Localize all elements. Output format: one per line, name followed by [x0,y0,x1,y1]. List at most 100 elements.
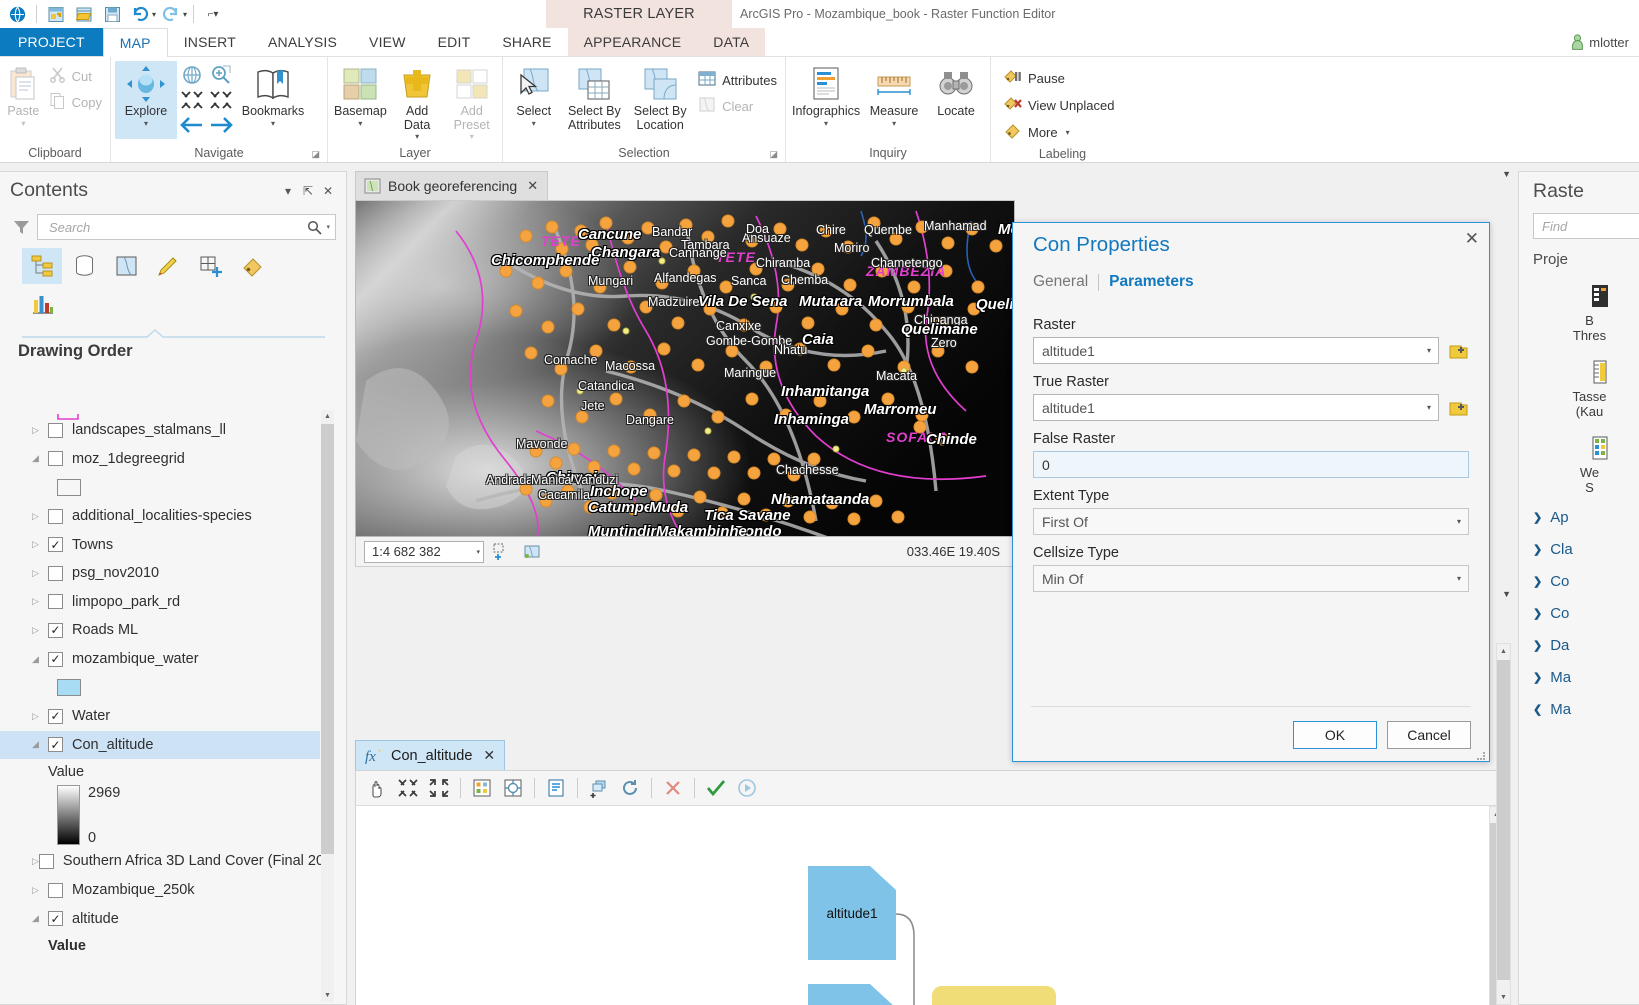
dialog-tab-parameters[interactable]: Parameters [1109,273,1193,291]
expander-collapsed-icon[interactable]: ▷ [32,425,48,436]
expander-collapsed-icon[interactable]: ▷ [32,625,48,636]
map-canvas[interactable]: TETE TETE ZAMBEZIA SOFALA NAMPULA Cancun… [355,200,1015,537]
category-da[interactable]: ❯Da [1519,630,1639,662]
undo-dropdown-icon[interactable]: ▾ [152,10,156,19]
tab-data[interactable]: DATA [697,28,765,56]
map-panel-overflow-icon[interactable]: ▼ [1502,169,1511,179]
measure-button[interactable]: Measure ▾ [864,61,924,139]
expander-collapsed-icon[interactable]: ▷ [32,539,48,550]
search-options-dropdown-icon[interactable]: ▾ [322,223,330,231]
layer-checkbox[interactable] [48,451,63,466]
select-by-location-button[interactable]: Select By Location [628,61,692,139]
group-icon[interactable] [584,773,614,803]
extent-type-combo[interactable]: First Of ▾ [1033,508,1469,535]
tab-map[interactable]: MAP [103,28,168,57]
scroll-down-arrow-icon[interactable]: ▼ [321,989,334,1002]
bookmarks-dropdown-icon[interactable]: ▾ [271,120,275,127]
category-ma-2[interactable]: ❮Ma [1519,694,1639,726]
delete-icon[interactable] [658,773,688,803]
list-by-data-source-icon[interactable] [64,248,104,284]
measure-dropdown-icon[interactable]: ▾ [892,120,896,127]
list-by-labeling-icon[interactable] [232,248,272,284]
chevron-down-icon[interactable]: ▾ [1427,346,1436,355]
expander-expanded-icon[interactable]: ◢ [32,913,48,924]
tab-share[interactable]: SHARE [486,28,567,56]
scroll-down-arrow-icon[interactable]: ▼ [1497,990,1510,1004]
raster-function-weighted-sum[interactable]: We S [1519,420,1639,496]
chevron-down-icon[interactable]: ❮ [1533,703,1542,716]
list-by-selection-icon[interactable] [106,248,146,284]
true-raster-combo[interactable]: altitude1 ▾ [1033,394,1439,421]
select-button[interactable]: Select ▾ [507,61,560,139]
redo-dropdown-icon[interactable]: ▾ [183,10,187,19]
expander-collapsed-icon[interactable]: ▷ [32,856,39,867]
clear-selection-button[interactable]: Clear [694,93,781,119]
category-co-2[interactable]: ❯Co [1519,598,1639,630]
insert-function-icon[interactable] [541,773,571,803]
new-project-icon[interactable] [43,2,69,26]
layer-checkbox[interactable]: ✓ [48,709,63,724]
infographics-button[interactable]: Infographics ▾ [790,61,862,139]
raster-function-tasseled-cap[interactable]: Tasse (Kau [1519,344,1639,420]
chevron-down-icon[interactable]: ▾ [1457,517,1466,526]
layer-row-psg-nov2010[interactable]: ▷ psg_nov2010 [0,559,320,588]
chevron-down-icon[interactable]: ▾ [1427,403,1436,412]
layer-checkbox[interactable]: ✓ [48,652,63,667]
zoom-to-selection-icon[interactable] [208,63,234,87]
refresh-icon[interactable] [615,773,645,803]
chevron-right-icon[interactable]: ❯ [1533,575,1542,588]
tab-insert[interactable]: INSERT [168,28,252,56]
add-raster-icon[interactable] [1447,340,1469,362]
node-label-con[interactable]: Con [932,986,1056,1005]
add-data-button[interactable]: Add Data ▾ [391,61,444,140]
chevron-down-icon[interactable]: ▾ [1457,574,1466,583]
add-preset-button[interactable]: Add Preset ▾ [445,61,498,140]
layer-checkbox[interactable] [48,423,63,438]
false-raster-input[interactable]: 0 [1033,451,1469,478]
locate-button[interactable]: Locate [926,61,986,139]
open-project-icon[interactable] [71,2,97,26]
expander-expanded-icon[interactable]: ◢ [32,453,48,464]
tab-analysis[interactable]: ANALYSIS [252,28,353,56]
selection-dialog-launcher-icon[interactable]: ◪ [769,149,778,160]
category-ma-1[interactable]: ❯Ma [1519,662,1639,694]
insert-raster-icon[interactable] [467,773,497,803]
contents-scrollbar[interactable]: ▲ ▼ [321,410,334,1002]
redo-icon[interactable] [158,2,184,26]
category-ap[interactable]: ❯Ap [1519,502,1639,534]
layer-checkbox[interactable]: ✓ [48,737,63,752]
paste-button[interactable]: Paste ▾ [4,61,43,139]
pause-labeling-button[interactable]: Pause [999,65,1069,91]
contents-search-box[interactable]: ▾ [37,214,336,240]
list-by-drawing-order-icon[interactable] [22,248,62,284]
scroll-up-arrow-icon[interactable]: ▲ [1497,644,1510,658]
scrollbar-thumb[interactable] [1497,660,1510,980]
view-unplaced-button[interactable]: View Unplaced [999,92,1118,118]
raster-functions-search[interactable]: Find [1533,213,1639,239]
arcgis-globe-icon[interactable] [4,2,30,26]
function-chain-canvas[interactable]: altitude1 altitude1 0 Con [355,806,1505,1005]
draw-extent-icon[interactable] [520,541,544,563]
add-raster-icon[interactable] [1447,397,1469,419]
close-icon[interactable]: ✕ [1465,229,1479,249]
search-input[interactable] [47,219,307,236]
explore-dropdown-icon[interactable]: ▾ [144,120,148,127]
layer-row-towns[interactable]: ▷ ✓ Towns [0,530,320,559]
run-icon[interactable] [732,773,762,803]
cut-button[interactable]: Cut [45,63,106,89]
map-scale-combo[interactable]: 1:4 682 382 ▾ [364,541,484,563]
dialog-tab-general[interactable]: General [1033,273,1088,291]
expander-expanded-icon[interactable]: ◢ [32,739,48,750]
layer-row-mozambique-250k[interactable]: ▷ Mozambique_250k [0,876,320,905]
expander-expanded-icon[interactable]: ◢ [32,654,48,665]
chevron-right-icon[interactable]: ❯ [1533,543,1542,556]
view-tab-book-georeferencing[interactable]: Book georeferencing ✕ [355,171,548,200]
apply-icon[interactable] [701,773,731,803]
select-dropdown-icon[interactable]: ▾ [532,120,536,127]
expander-collapsed-icon[interactable]: ▷ [32,885,48,896]
expander-collapsed-icon[interactable]: ▷ [32,596,48,607]
tab-appearance[interactable]: APPEARANCE [568,28,698,56]
fixed-zoom-out-icon[interactable] [208,88,234,112]
tab-edit[interactable]: EDIT [422,28,487,56]
layer-row-landscapes-stalmans-ll[interactable]: ▷ landscapes_stalmans_ll [0,416,320,445]
